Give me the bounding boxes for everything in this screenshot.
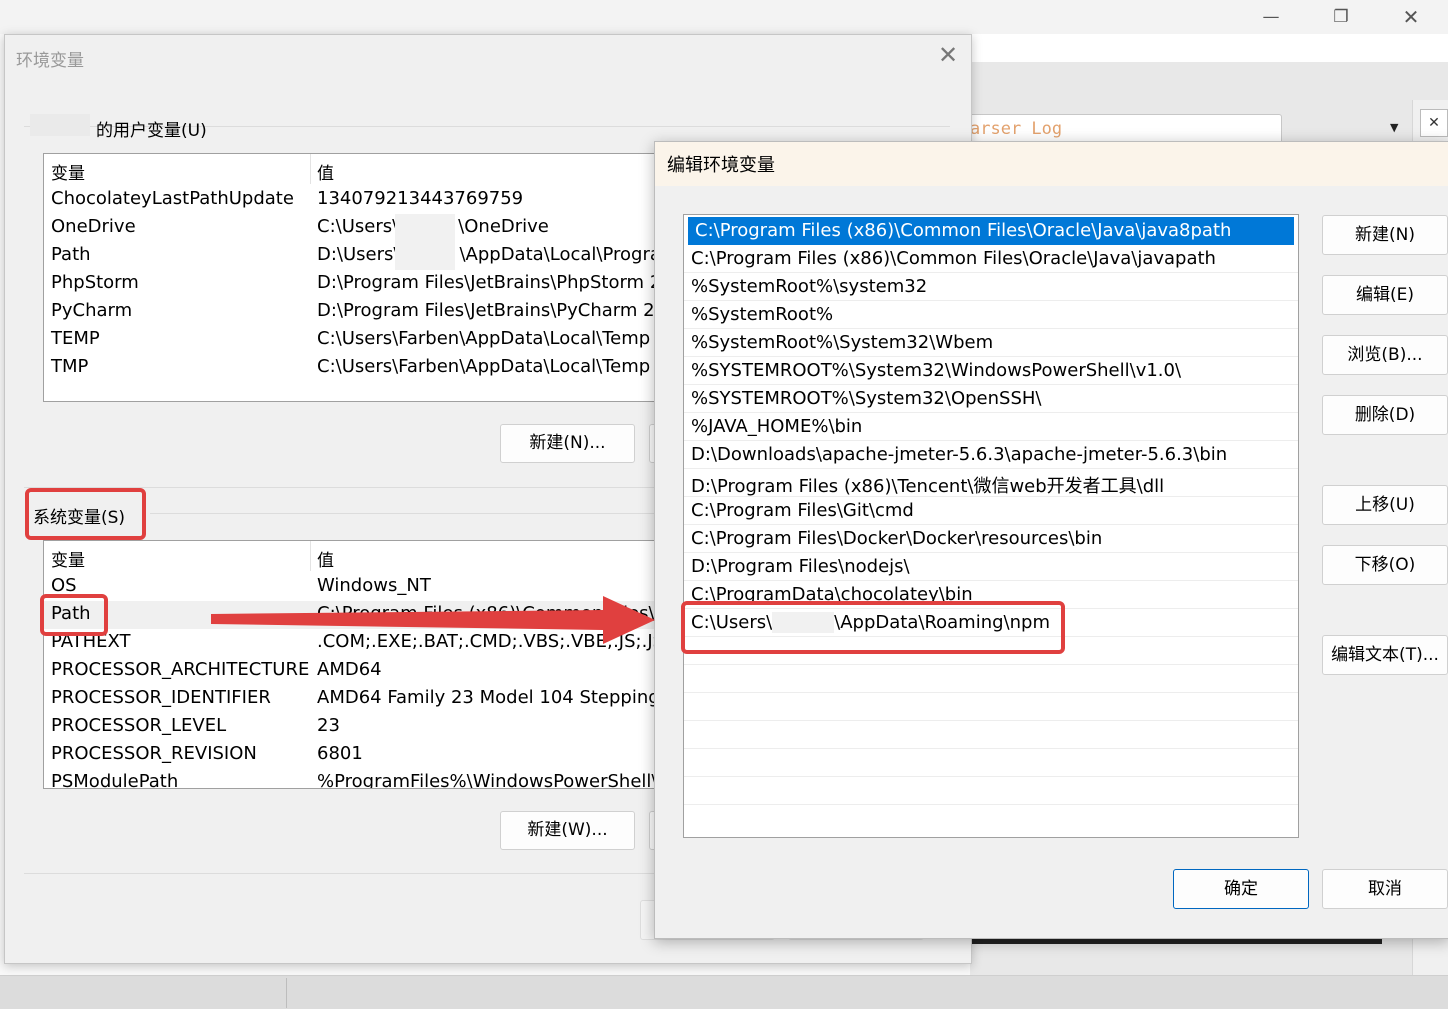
table-row[interactable]: PROCESSOR_ARCHITECTURE AMD64 bbox=[44, 657, 684, 685]
user-new-button[interactable]: 新建(N)... bbox=[500, 424, 635, 463]
path-item[interactable]: %SystemRoot% bbox=[684, 301, 1298, 329]
table-row[interactable]: ChocolateyLastPathUpdate 134079213443769… bbox=[44, 186, 684, 214]
path-item-empty[interactable] bbox=[684, 665, 1298, 693]
edit-dialog-title: 编辑环境变量 bbox=[667, 155, 775, 176]
table-row[interactable]: TEMP C:\Users\Farben\AppData\Local\Temp bbox=[44, 326, 684, 354]
minimize-icon[interactable]: — bbox=[1248, 4, 1294, 30]
taskbar-divider bbox=[286, 978, 287, 1008]
col-value[interactable]: 值 bbox=[317, 546, 334, 571]
table-row[interactable]: OneDrive C:\Users\ \OneDrive bbox=[44, 214, 684, 242]
window-close-icon[interactable]: ✕ bbox=[1388, 4, 1434, 30]
path-delete-button[interactable]: 删除(D) bbox=[1322, 395, 1448, 435]
path-item[interactable]: %JAVA_HOME%\bin bbox=[684, 413, 1298, 441]
path-item[interactable]: C:\Program Files (x86)\Common Files\Orac… bbox=[684, 245, 1298, 273]
taskbar bbox=[0, 975, 1448, 1009]
chevron-down-icon[interactable]: ▼ bbox=[1390, 121, 1398, 134]
path-item[interactable]: %SYSTEMROOT%\System32\OpenSSH\ bbox=[684, 385, 1298, 413]
table-row[interactable]: Path D:\Users\ \AppData\Local\Progra bbox=[44, 232, 684, 270]
path-item[interactable]: D:\Program Files\nodejs\ bbox=[684, 553, 1298, 581]
table-row[interactable]: PhpStorm D:\Program Files\JetBrains\PhpS… bbox=[44, 270, 684, 298]
user-vars-label: 的用户变量(U) bbox=[96, 121, 207, 141]
user-vars-list[interactable]: 变量 值 ChocolateyLastPathUpdate 1340792134… bbox=[43, 153, 685, 402]
table-row[interactable]: TMP C:\Users\Farben\AppData\Local\Temp bbox=[44, 354, 684, 382]
path-item[interactable]: %SYSTEMROOT%\System32\WindowsPowerShell\… bbox=[684, 357, 1298, 385]
col-variable[interactable]: 变量 bbox=[51, 159, 85, 184]
system-vars-header: 变量 值 bbox=[44, 541, 684, 571]
highlight-path-row bbox=[40, 594, 108, 636]
col-variable[interactable]: 变量 bbox=[51, 546, 85, 571]
path-item[interactable]: C:\Program Files\Docker\Docker\resources… bbox=[684, 525, 1298, 553]
path-item[interactable]: D:\Downloads\apache-jmeter-5.6.3\apache-… bbox=[684, 441, 1298, 469]
ok-button[interactable]: 确定 bbox=[1173, 869, 1309, 909]
path-item-empty[interactable] bbox=[684, 777, 1298, 805]
maximize-icon[interactable]: ❐ bbox=[1318, 4, 1364, 30]
table-row[interactable]: PROCESSOR_REVISION 6801 bbox=[44, 741, 684, 769]
path-item-selected[interactable]: C:\Program Files (x86)\Common Files\Orac… bbox=[688, 217, 1294, 245]
background-titlebar bbox=[0, 0, 1448, 34]
env-dialog-title: 环境变量 bbox=[16, 51, 84, 71]
path-list[interactable]: C:\Program Files (x86)\Common Files\Orac… bbox=[683, 214, 1299, 838]
path-item[interactable]: D:\Program Files (x86)\Tencent\微信web开发者工… bbox=[684, 469, 1298, 497]
redacted-username bbox=[395, 232, 455, 270]
log-select-value: arser Log bbox=[970, 119, 1063, 139]
path-browse-button[interactable]: 浏览(B)... bbox=[1322, 335, 1448, 375]
system-vars-list[interactable]: 变量 值 OS Windows_NT Path C:\Program Files… bbox=[43, 540, 685, 789]
redacted-username bbox=[30, 114, 90, 136]
path-move-down-button[interactable]: 下移(O) bbox=[1322, 545, 1448, 585]
system-group-border-bottom bbox=[24, 873, 656, 874]
system-new-button[interactable]: 新建(W)... bbox=[500, 811, 635, 850]
highlight-system-vars-label bbox=[25, 488, 146, 540]
table-row[interactable]: PyCharm D:\Program Files\JetBrains\PyCha… bbox=[44, 298, 684, 326]
user-vars-header: 变量 值 bbox=[44, 154, 684, 184]
path-edit-button[interactable]: 编辑(E) bbox=[1322, 275, 1448, 315]
table-row[interactable]: PSModulePath %ProgramFiles%\WindowsPower… bbox=[44, 769, 684, 788]
path-edit-text-button[interactable]: 编辑文本(T)... bbox=[1322, 635, 1448, 675]
path-item[interactable]: C:\Program Files\Git\cmd bbox=[684, 497, 1298, 525]
pane-close-icon[interactable]: ✕ bbox=[1420, 109, 1448, 137]
table-row[interactable]: PROCESSOR_IDENTIFIER AMD64 Family 23 Mod… bbox=[44, 685, 684, 713]
path-item[interactable]: %SystemRoot%\System32\Wbem bbox=[684, 329, 1298, 357]
cancel-button[interactable]: 取消 bbox=[1322, 869, 1448, 909]
path-item-empty[interactable] bbox=[684, 721, 1298, 749]
background-toolbar bbox=[970, 34, 1448, 63]
env-dialog-close-icon[interactable]: ✕ bbox=[934, 40, 962, 70]
red-arrow-icon bbox=[211, 596, 655, 644]
table-row[interactable]: PROCESSOR_LEVEL 23 bbox=[44, 713, 684, 741]
path-item-empty[interactable] bbox=[684, 693, 1298, 721]
path-item-empty[interactable] bbox=[684, 749, 1298, 777]
highlight-npm-path bbox=[681, 601, 1065, 654]
col-value[interactable]: 值 bbox=[317, 159, 334, 184]
path-new-button[interactable]: 新建(N) bbox=[1322, 215, 1448, 255]
path-move-up-button[interactable]: 上移(U) bbox=[1322, 485, 1448, 525]
path-item[interactable]: %SystemRoot%\system32 bbox=[684, 273, 1298, 301]
